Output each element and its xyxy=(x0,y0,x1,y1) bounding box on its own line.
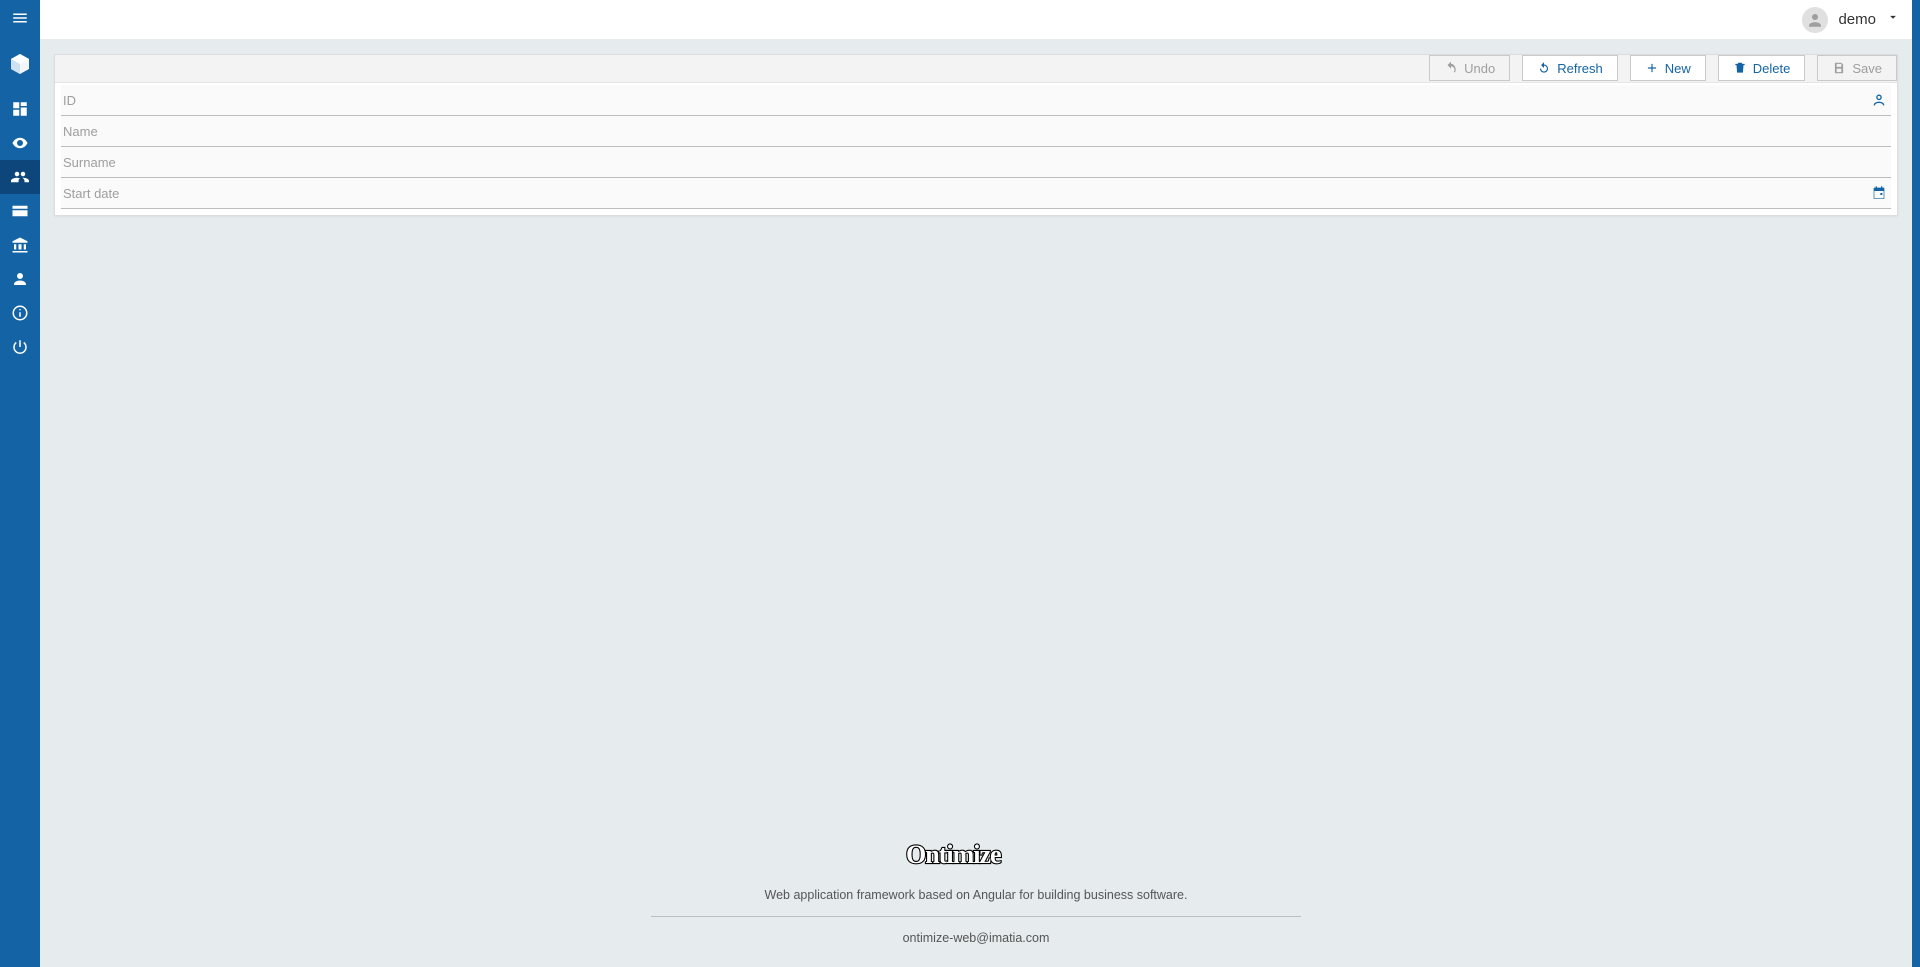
hamburger-icon xyxy=(11,9,29,27)
id-suffix-icon-wrap xyxy=(1871,92,1891,108)
id-field-label: ID xyxy=(61,93,1871,108)
content-area: Undo Refresh New Delete Save xyxy=(40,40,1912,967)
dashboard-icon xyxy=(11,100,29,118)
sidebar-item-cards[interactable] xyxy=(0,194,40,228)
id-field[interactable]: ID xyxy=(61,85,1891,116)
ontimize-logo-icon: Ontimize xyxy=(906,837,1046,873)
sidebar-item-bank[interactable] xyxy=(0,228,40,262)
eye-icon xyxy=(11,134,29,152)
trash-icon xyxy=(1733,61,1747,75)
bank-icon xyxy=(11,236,29,254)
surname-field-label: Surname xyxy=(61,155,1891,170)
save-button[interactable]: Save xyxy=(1817,55,1897,81)
app-logo xyxy=(0,36,40,92)
credit-card-icon xyxy=(11,202,29,220)
refresh-button[interactable]: Refresh xyxy=(1522,55,1618,81)
svg-text:Ontimize: Ontimize xyxy=(906,840,1001,869)
hamburger-menu-button[interactable] xyxy=(0,0,40,36)
save-label: Save xyxy=(1852,61,1882,76)
sidebar-item-power[interactable] xyxy=(0,330,40,364)
footer: Ontimize Web application framework based… xyxy=(54,817,1898,961)
startdate-suffix-icon-wrap[interactable] xyxy=(1871,185,1891,201)
sidebar-nav xyxy=(0,92,40,364)
sidebar-item-employees[interactable] xyxy=(0,262,40,296)
startdate-field-label: Start date xyxy=(61,186,1871,201)
info-icon xyxy=(11,304,29,322)
person-outline-icon xyxy=(1871,92,1887,108)
refresh-icon xyxy=(1537,61,1551,75)
startdate-field[interactable]: Start date xyxy=(61,178,1891,209)
topbar: demo xyxy=(40,0,1912,40)
name-field-label: Name xyxy=(61,124,1891,139)
new-button[interactable]: New xyxy=(1630,55,1706,81)
chevron-down-icon xyxy=(1886,10,1900,24)
footer-email: ontimize-web@imatia.com xyxy=(903,931,1050,945)
person-icon xyxy=(11,270,29,288)
avatar-icon xyxy=(1806,11,1824,29)
surname-field[interactable]: Surname xyxy=(61,147,1891,178)
power-icon xyxy=(11,338,29,356)
delete-label: Delete xyxy=(1753,61,1791,76)
app-logo-icon xyxy=(8,52,32,76)
user-menu-toggle[interactable] xyxy=(1886,10,1900,29)
footer-description: Web application framework based on Angul… xyxy=(765,888,1188,902)
undo-icon xyxy=(1444,61,1458,75)
avatar[interactable] xyxy=(1802,7,1828,33)
new-label: New xyxy=(1665,61,1691,76)
sidebar xyxy=(0,0,40,967)
save-icon xyxy=(1832,61,1846,75)
form-toolbar: Undo Refresh New Delete Save xyxy=(55,55,1897,83)
people-icon xyxy=(11,168,29,186)
form-card: Undo Refresh New Delete Save xyxy=(54,54,1898,216)
sidebar-item-info[interactable] xyxy=(0,296,40,330)
sidebar-item-dashboard[interactable] xyxy=(0,92,40,126)
sidebar-item-visibility[interactable] xyxy=(0,126,40,160)
form-fields: ID Name Surname Start date xyxy=(55,85,1897,215)
plus-icon xyxy=(1645,61,1659,75)
calendar-icon xyxy=(1871,185,1887,201)
sidebar-item-customers[interactable] xyxy=(0,160,40,194)
name-field[interactable]: Name xyxy=(61,116,1891,147)
undo-button[interactable]: Undo xyxy=(1429,55,1510,81)
right-scrollbar-track[interactable] xyxy=(1912,0,1920,967)
delete-button[interactable]: Delete xyxy=(1718,55,1806,81)
footer-brand: Ontimize xyxy=(906,837,1046,880)
username-label: demo xyxy=(1838,11,1876,28)
footer-divider xyxy=(651,916,1301,917)
main-column: demo Undo Refresh New xyxy=(40,0,1912,967)
refresh-label: Refresh xyxy=(1557,61,1603,76)
undo-label: Undo xyxy=(1464,61,1495,76)
